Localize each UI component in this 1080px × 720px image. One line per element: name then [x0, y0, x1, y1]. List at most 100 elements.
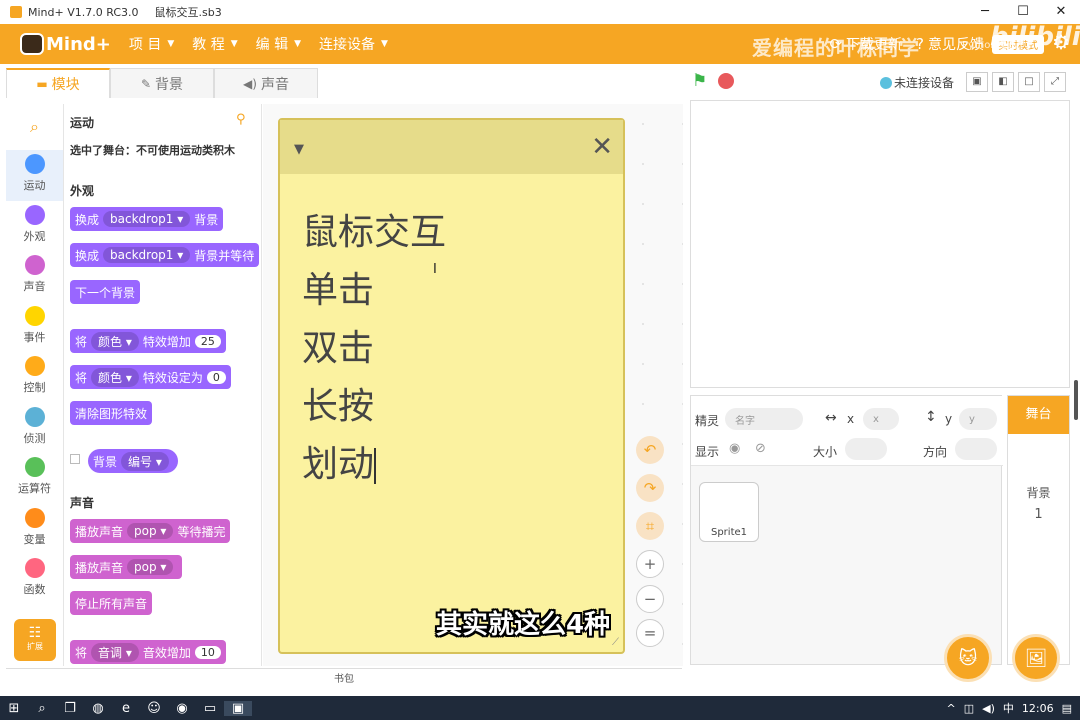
category-sound[interactable]: 声音 [6, 251, 63, 302]
wechat-icon[interactable]: ☺ [140, 701, 168, 716]
clock[interactable]: 12:06 [1022, 702, 1054, 715]
menu-tutorial[interactable]: 教 程 ▼ [192, 34, 237, 54]
zoom-reset-icon[interactable]: = [636, 619, 664, 647]
backdrop-dropdown[interactable]: backdrop1 ▾ [103, 247, 191, 263]
category-functions[interactable]: 函数 [6, 554, 63, 605]
green-flag-icon[interactable]: ⚑ [692, 72, 710, 90]
category-motion[interactable]: 运动 [6, 150, 63, 201]
block-change-pitch[interactable]: 将音调 ▾ 音效增加 10 [70, 640, 226, 664]
category-sensing[interactable]: 侦测 [6, 403, 63, 454]
category-variables[interactable]: 变量 [6, 504, 63, 555]
category-dot-icon [24, 507, 45, 528]
block-clear-effects[interactable]: 清除图形特效 [70, 401, 153, 425]
block-play-sound-wait[interactable]: 播放声音 pop ▾ 等待播完 [70, 519, 231, 543]
category-control[interactable]: 控制 [6, 352, 63, 403]
effect-dropdown[interactable]: 颜色 ▾ [91, 367, 139, 387]
note-line: 鼠标交互 [302, 212, 447, 253]
network-icon[interactable]: ◫ [964, 702, 974, 715]
backdrop-dropdown[interactable]: backdrop1 ▾ [103, 211, 191, 227]
block-start-sound[interactable]: 播放声音 pop ▾ [70, 555, 183, 579]
block-change-effect[interactable]: 将颜色 ▾ 特效增加 25 [70, 329, 226, 353]
sound-dropdown[interactable]: pop ▾ [127, 559, 174, 575]
effect-value-input[interactable]: 25 [194, 334, 221, 348]
pitch-dropdown[interactable]: 音调 ▾ [91, 642, 139, 662]
close-icon[interactable]: ✕ [591, 132, 613, 162]
zoom-out-icon[interactable]: − [636, 585, 664, 613]
category-looks[interactable]: 外观 [6, 201, 63, 252]
device-status[interactable]: 未连接设备 [880, 74, 954, 91]
edge-icon[interactable]: e [112, 701, 140, 716]
maximize-button[interactable]: ☐ [1004, 0, 1042, 24]
menu-edit[interactable]: 编 辑 ▼ [256, 34, 301, 54]
tab-sounds[interactable]: ◀) 声音 [214, 68, 318, 98]
category-dot-icon [24, 558, 45, 578]
editor-tabs: ▬ 模块 ✎ 背景 ◀) 声音 [6, 68, 318, 98]
add-backdrop-icon[interactable]: 🖼 [1012, 634, 1060, 682]
backpack-bar[interactable]: 书包 [6, 668, 682, 690]
note-text[interactable]: 鼠标交互 单击 双击 长按 划动 [280, 174, 623, 494]
category-dot-icon [24, 406, 45, 427]
stage-panel[interactable]: 舞台 背景 1 [1007, 395, 1070, 665]
normal-stage-icon[interactable]: ◧ [992, 72, 1014, 92]
scrollbar[interactable] [1074, 380, 1078, 420]
volume-icon[interactable]: ◀) [982, 702, 995, 715]
effect-value-input[interactable]: 0 [206, 370, 226, 384]
show-eye-icon[interactable]: ◉ [729, 441, 740, 456]
search-icon[interactable]: ⌕ [6, 104, 63, 150]
zoom-in-icon[interactable]: + [636, 550, 664, 578]
small-stage-icon[interactable]: ▣ [966, 72, 988, 92]
sprite-name-input[interactable]: 名字 [725, 408, 803, 430]
crop-icon[interactable]: ⌗ [636, 512, 664, 540]
minimize-button[interactable]: ─ [966, 0, 1004, 24]
mindplus-app-icon[interactable]: ▣ [224, 700, 252, 716]
pitch-value-input[interactable]: 10 [194, 645, 221, 659]
redo-icon[interactable]: ↷ [636, 474, 664, 502]
size-input[interactable] [845, 438, 887, 460]
collapse-icon[interactable]: ▼ [294, 142, 304, 157]
hide-eye-icon[interactable]: ⊘ [755, 441, 766, 456]
x-input[interactable]: x [863, 408, 899, 430]
block-next-backdrop[interactable]: 下一个背景 [70, 280, 141, 304]
task-view-icon[interactable]: ❐ [56, 701, 84, 716]
block-switch-backdrop[interactable]: 换成 backdrop1 ▾ 背景 [70, 207, 224, 231]
y-input[interactable]: y [959, 408, 997, 430]
menu-connect-device[interactable]: 连接设备 ▼ [319, 34, 388, 54]
tray-arrow-icon[interactable]: ^ [947, 702, 956, 715]
category-operators[interactable]: 运算符 [6, 453, 63, 504]
comment-note[interactable]: ▼ ✕ 鼠标交互 单击 双击 长按 划动 ⟋ [278, 118, 625, 654]
menu-project[interactable]: 项 目 ▼ [129, 34, 174, 54]
stage-canvas[interactable] [690, 100, 1070, 388]
undo-icon[interactable]: ↶ [636, 436, 664, 464]
notification-icon[interactable]: ▤ [1062, 702, 1072, 715]
block-backdrop-reporter[interactable]: 背景 编号 ▾ [88, 449, 178, 473]
tab-blocks[interactable]: ▬ 模块 [6, 68, 110, 98]
block-set-effect[interactable]: 将颜色 ▾ 特效设定为 0 [70, 365, 231, 389]
resize-handle-icon[interactable]: ⟋ [612, 637, 619, 648]
extension-button[interactable]: ☷ 扩展 [14, 619, 56, 661]
reporter-checkbox[interactable] [70, 454, 80, 464]
windows-start-icon[interactable]: ⊞ [0, 701, 28, 716]
large-stage-icon[interactable]: □ [1018, 72, 1040, 92]
tab-backdrops[interactable]: ✎ 背景 [110, 68, 214, 98]
ime-indicator[interactable]: 中 [1003, 700, 1014, 716]
stop-icon[interactable] [718, 73, 734, 89]
block-switch-backdrop-wait[interactable]: 换成 backdrop1 ▾ 背景并等待 [70, 243, 260, 267]
stage-tab[interactable]: 舞台 [1008, 396, 1069, 434]
effect-dropdown[interactable]: 颜色 ▾ [91, 331, 139, 351]
add-sprite-icon[interactable]: 🐱 [944, 634, 992, 682]
sprite-thumbnail[interactable]: Sprite1 [699, 482, 759, 542]
search-icon[interactable]: ⌕ [28, 701, 56, 716]
reporter-dropdown[interactable]: 编号 ▾ [121, 451, 169, 471]
pin-icon[interactable]: ⚲ [236, 112, 246, 127]
globe-icon[interactable]: ◍ [84, 701, 112, 716]
close-button[interactable]: ✕ [1042, 0, 1080, 24]
sound-dropdown[interactable]: pop ▾ [127, 523, 174, 539]
chrome-icon[interactable]: ◉ [168, 701, 196, 716]
folder-icon[interactable]: ▭ [196, 701, 224, 716]
category-events[interactable]: 事件 [6, 302, 63, 353]
block-stop-all-sounds[interactable]: 停止所有声音 [70, 591, 153, 615]
note-header[interactable]: ▼ ✕ [280, 120, 623, 174]
direction-input[interactable] [955, 438, 997, 460]
fullscreen-icon[interactable]: ⤢ [1044, 72, 1066, 92]
gear-icon[interactable]: ⚙ [1052, 30, 1070, 54]
